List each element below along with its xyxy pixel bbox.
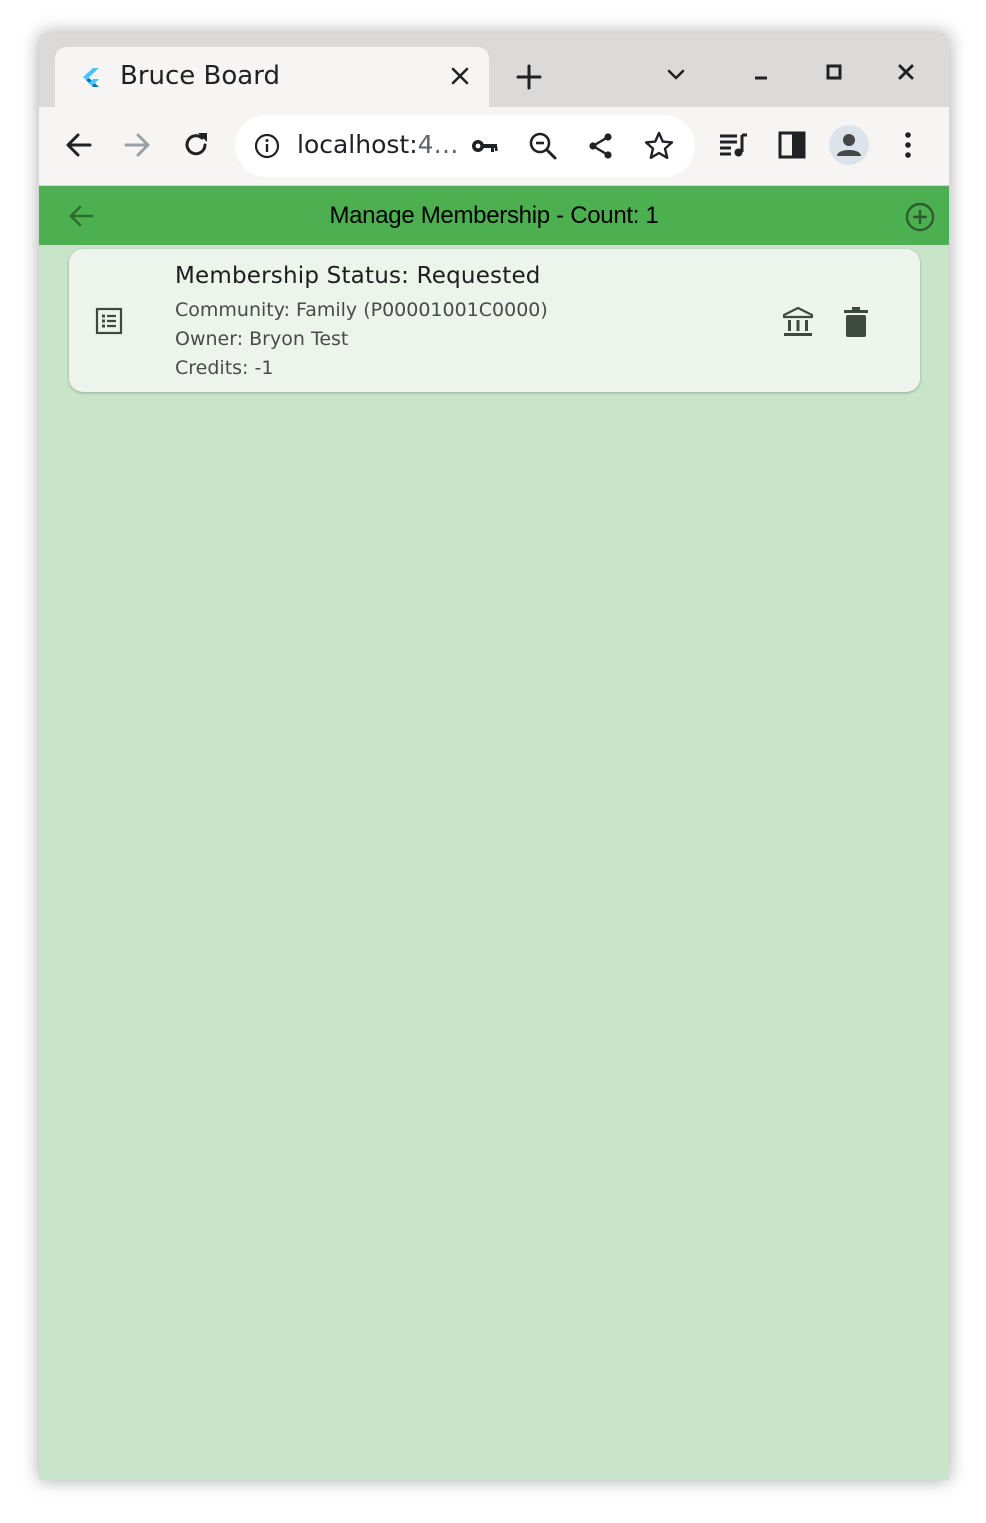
delete-icon[interactable] bbox=[841, 305, 871, 339]
tab-title: Bruce Board bbox=[120, 61, 280, 91]
url-text: localhost:4… bbox=[297, 130, 459, 159]
forward-icon[interactable] bbox=[119, 127, 155, 163]
tab-search-chevron-icon[interactable] bbox=[661, 59, 691, 89]
tab-strip: Bruce Board bbox=[39, 33, 949, 107]
person-icon bbox=[837, 134, 861, 156]
back-icon[interactable] bbox=[61, 127, 97, 163]
new-tab-icon[interactable] bbox=[513, 61, 545, 93]
membership-status: Membership Status: Requested bbox=[175, 263, 541, 289]
more-menu-icon[interactable] bbox=[890, 127, 926, 163]
close-window-icon[interactable] bbox=[891, 57, 921, 87]
profile-avatar[interactable] bbox=[829, 125, 869, 165]
side-panel-icon[interactable] bbox=[774, 127, 810, 163]
membership-owner: Owner: Bryon Test bbox=[175, 328, 349, 350]
app-bar: Manage Membership - Count: 1 bbox=[39, 186, 949, 245]
minimize-icon[interactable] bbox=[746, 59, 776, 89]
media-control-icon[interactable] bbox=[715, 127, 751, 163]
maximize-icon[interactable] bbox=[819, 57, 849, 87]
bookmark-star-icon[interactable] bbox=[643, 130, 675, 162]
share-icon[interactable] bbox=[585, 130, 617, 162]
membership-card[interactable]: Membership Status: Requested Community: … bbox=[69, 249, 920, 392]
close-tab-icon[interactable] bbox=[447, 63, 473, 89]
browser-window: Bruce Board localhost:4… Manage Membersh… bbox=[39, 33, 949, 1480]
url-port: 4… bbox=[417, 130, 459, 159]
add-circle-icon[interactable] bbox=[903, 200, 937, 234]
zoom-out-icon[interactable] bbox=[527, 130, 559, 162]
account-balance-icon[interactable] bbox=[781, 305, 815, 339]
url-host: localhost: bbox=[297, 130, 418, 159]
reload-icon[interactable] bbox=[178, 127, 214, 163]
membership-community: Community: Family (P00001001C0000) bbox=[175, 299, 548, 321]
key-icon[interactable] bbox=[469, 130, 501, 162]
membership-credits: Credits: -1 bbox=[175, 357, 274, 379]
address-bar[interactable]: localhost:4… bbox=[235, 115, 695, 177]
site-info-icon[interactable] bbox=[253, 132, 281, 160]
page-title: Manage Membership - Count: 1 bbox=[329, 202, 659, 229]
flutter-favicon-icon bbox=[83, 68, 99, 87]
list-alt-icon bbox=[95, 307, 123, 335]
browser-tab[interactable]: Bruce Board bbox=[55, 47, 489, 107]
browser-toolbar: localhost:4… bbox=[39, 107, 949, 186]
